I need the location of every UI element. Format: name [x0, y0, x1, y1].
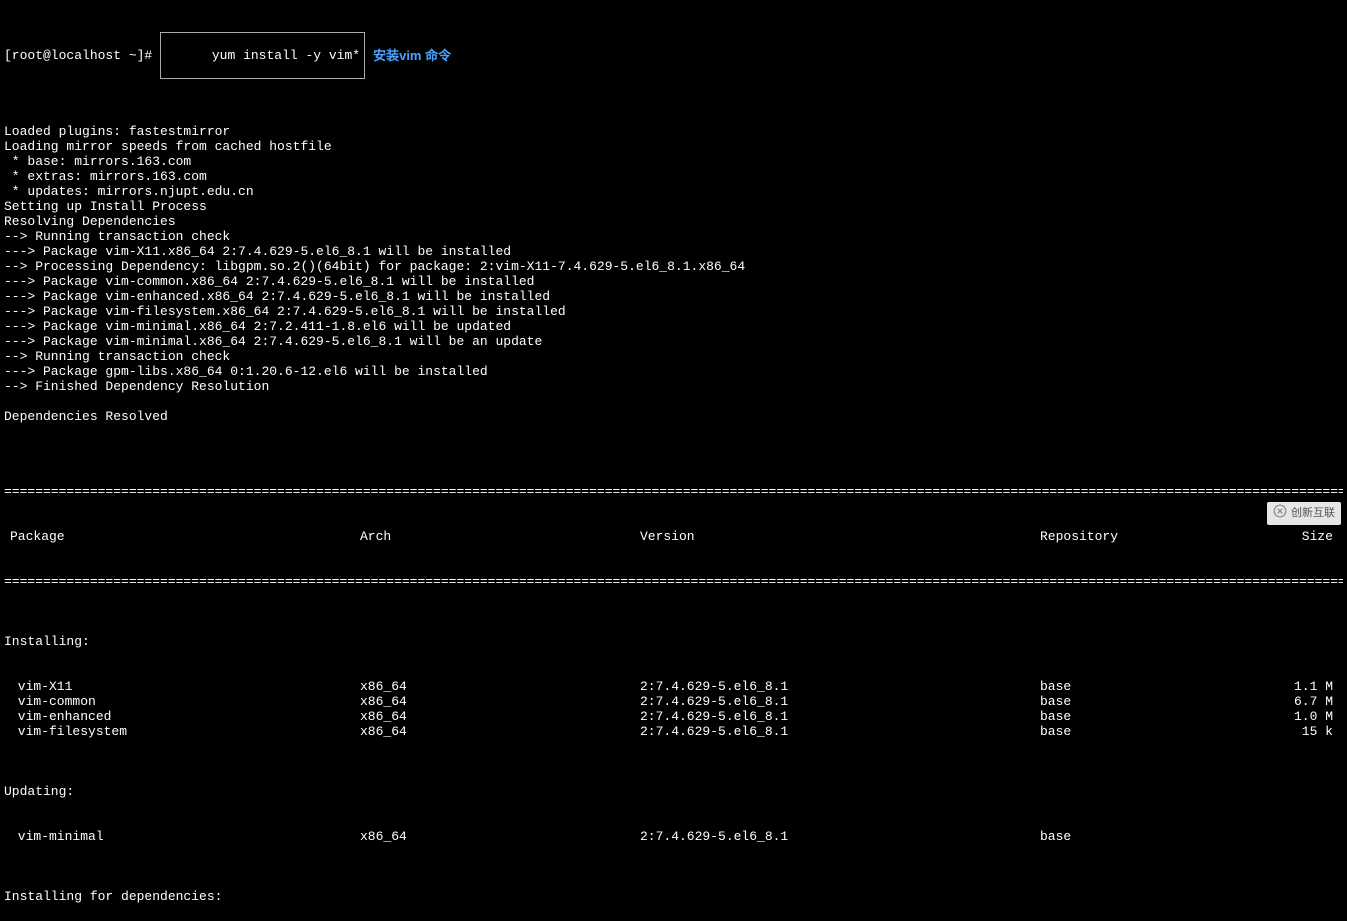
- output-line: ---> Package vim-minimal.x86_64 2:7.2.41…: [4, 319, 1343, 334]
- col-header-repo: Repository: [1040, 529, 1250, 544]
- cell-pkg: vim-enhanced: [4, 709, 360, 724]
- cell-ver: 2:7.4.629-5.el6_8.1: [640, 694, 1040, 709]
- cell-size: 1.1 M: [1250, 679, 1343, 694]
- cell-ver: 2:7.4.629-5.el6_8.1: [640, 724, 1040, 739]
- cell-size: 1.0 M: [1250, 709, 1343, 724]
- cell-repo: base: [1040, 694, 1250, 709]
- table-row: vim-filesystemx86_642:7.4.629-5.el6_8.1b…: [4, 724, 1343, 739]
- cell-size: 6.7 M: [1250, 694, 1343, 709]
- table-row: vim-enhancedx86_642:7.4.629-5.el6_8.1bas…: [4, 709, 1343, 724]
- output-line: ---> Package vim-enhanced.x86_64 2:7.4.6…: [4, 289, 1343, 304]
- annotation-label: 安装vim 命令: [373, 48, 451, 63]
- cell-arch: x86_64: [360, 709, 640, 724]
- output-line: Resolving Dependencies: [4, 214, 1343, 229]
- section-updating: Updating:: [4, 784, 1343, 799]
- watermark-icon: [1273, 504, 1287, 523]
- command-highlight-box: yum install -y vim*: [160, 32, 365, 79]
- cell-repo: base: [1040, 679, 1250, 694]
- watermark-badge: 创新互联: [1267, 502, 1341, 525]
- output-line: --> Running transaction check: [4, 349, 1343, 364]
- table-header: Package Arch Version Repository Size: [4, 529, 1343, 544]
- command-text: yum install -y vim*: [212, 48, 360, 63]
- col-header-arch: Arch: [360, 529, 640, 544]
- cell-arch: x86_64: [360, 694, 640, 709]
- section-installing-deps: Installing for dependencies:: [4, 889, 1343, 904]
- cell-pkg: vim-X11: [4, 679, 360, 694]
- divider-bottom: ========================================…: [4, 574, 1343, 589]
- output-line: ---> Package vim-common.x86_64 2:7.4.629…: [4, 274, 1343, 289]
- cell-repo: base: [1040, 829, 1250, 844]
- output-line: ---> Package vim-filesystem.x86_64 2:7.4…: [4, 304, 1343, 319]
- output-line: [4, 394, 1343, 409]
- output-line: Setting up Install Process: [4, 199, 1343, 214]
- output-line: --> Finished Dependency Resolution: [4, 379, 1343, 394]
- col-header-package: Package: [4, 529, 360, 544]
- cell-size: [1250, 829, 1343, 844]
- watermark-text: 创新互联: [1291, 506, 1335, 521]
- output-line: ---> Package gpm-libs.x86_64 0:1.20.6-12…: [4, 364, 1343, 379]
- output-line: ---> Package vim-X11.x86_64 2:7.4.629-5.…: [4, 244, 1343, 259]
- output-line: * extras: mirrors.163.com: [4, 169, 1343, 184]
- table-row: vim-minimalx86_642:7.4.629-5.el6_8.1base: [4, 829, 1343, 844]
- output-line: --> Running transaction check: [4, 229, 1343, 244]
- cell-arch: x86_64: [360, 724, 640, 739]
- cell-size: 15 k: [1250, 724, 1343, 739]
- cell-repo: base: [1040, 709, 1250, 724]
- divider-top: ========================================…: [4, 484, 1343, 499]
- cell-arch: x86_64: [360, 829, 640, 844]
- output-line: Dependencies Resolved: [4, 409, 1343, 424]
- output-line: [4, 424, 1343, 439]
- cell-pkg: vim-filesystem: [4, 724, 360, 739]
- table-row: vim-X11x86_642:7.4.629-5.el6_8.1base1.1 …: [4, 679, 1343, 694]
- output-line: --> Processing Dependency: libgpm.so.2()…: [4, 259, 1343, 274]
- cell-repo: base: [1040, 724, 1250, 739]
- cell-arch: x86_64: [360, 679, 640, 694]
- output-line: * updates: mirrors.njupt.edu.cn: [4, 184, 1343, 199]
- col-header-version: Version: [640, 529, 1040, 544]
- terminal-output[interactable]: [root@localhost ~]# yum install -y vim* …: [0, 0, 1347, 921]
- output-line: ---> Package vim-minimal.x86_64 2:7.4.62…: [4, 334, 1343, 349]
- cell-ver: 2:7.4.629-5.el6_8.1: [640, 679, 1040, 694]
- output-line: Loading mirror speeds from cached hostfi…: [4, 139, 1343, 154]
- cell-ver: 2:7.4.629-5.el6_8.1: [640, 829, 1040, 844]
- section-installing: Installing:: [4, 634, 1343, 649]
- col-header-size: Size: [1250, 529, 1343, 544]
- output-line: Loaded plugins: fastestmirror: [4, 124, 1343, 139]
- cell-pkg: vim-common: [4, 694, 360, 709]
- cell-pkg: vim-minimal: [4, 829, 360, 844]
- cell-ver: 2:7.4.629-5.el6_8.1: [640, 709, 1040, 724]
- output-line: * base: mirrors.163.com: [4, 154, 1343, 169]
- table-row: vim-commonx86_642:7.4.629-5.el6_8.1base6…: [4, 694, 1343, 709]
- shell-prompt: [root@localhost ~]#: [4, 48, 152, 63]
